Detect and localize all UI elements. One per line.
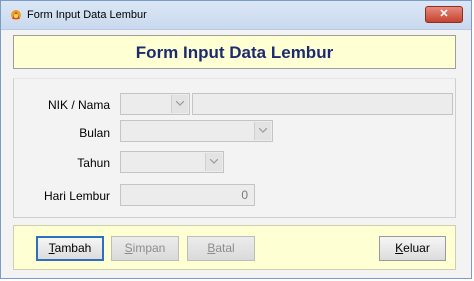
close-icon: ✕ (439, 8, 449, 20)
window-title: Form Input Data Lembur (27, 9, 147, 21)
tambah-label: ambah (54, 241, 92, 255)
button-panel: Tambah Simpan Batal Keluar (13, 225, 456, 270)
header-panel: Form Input Data Lembur (13, 35, 456, 69)
chevron-down-icon (259, 128, 267, 133)
title-bar[interactable]: Form Input Data Lembur ✕ (1, 1, 471, 30)
keluar-button[interactable]: Keluar (379, 236, 446, 261)
nik-dropdown-button[interactable] (171, 95, 188, 113)
nama-field[interactable] (192, 93, 453, 115)
chevron-down-icon (176, 101, 184, 106)
bulan-label: Bulan (79, 126, 110, 140)
keluar-mnemonic: K (395, 241, 404, 255)
batal-label: atal (215, 241, 235, 255)
hari-lembur-label: Hari Lembur (43, 189, 110, 203)
bulan-combobox[interactable] (120, 120, 273, 142)
nik-combobox[interactable] (120, 93, 190, 115)
hari-lembur-field[interactable]: 0 (120, 184, 255, 206)
bulan-dropdown-button[interactable] (254, 122, 271, 140)
simpan-button[interactable]: Simpan (111, 236, 179, 261)
app-icon (11, 10, 21, 20)
batal-button[interactable]: Batal (187, 236, 255, 261)
simpan-mnemonic: S (124, 241, 133, 255)
close-button[interactable]: ✕ (425, 6, 463, 23)
form-heading: Form Input Data Lembur (135, 43, 334, 62)
simpan-label: impan (132, 241, 166, 255)
tahun-combobox[interactable] (120, 151, 224, 173)
tahun-label: Tahun (77, 156, 110, 170)
nik-nama-label: NIK / Nama (47, 98, 110, 112)
tahun-dropdown-button[interactable] (205, 153, 222, 171)
form-panel: NIK / Nama Bulan Tahun Hari Lembur 0 (13, 78, 456, 218)
tambah-button[interactable]: Tambah (36, 236, 104, 261)
keluar-label: eluar (403, 241, 430, 255)
app-window: Form Input Data Lembur ✕ Form Input Data… (0, 0, 472, 279)
chevron-down-icon (210, 159, 218, 164)
